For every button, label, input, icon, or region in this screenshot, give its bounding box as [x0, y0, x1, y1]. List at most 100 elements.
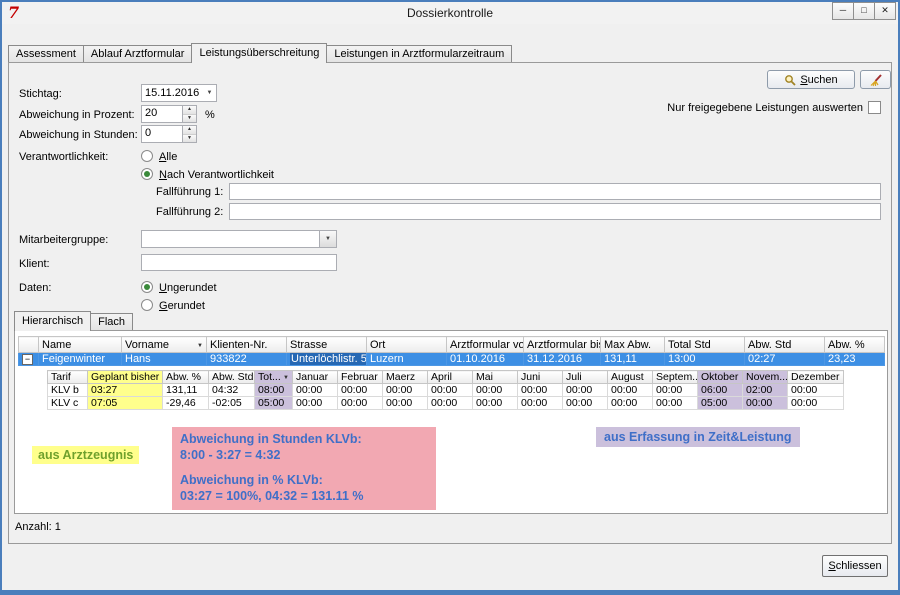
- cell-ort[interactable]: Luzern: [367, 353, 447, 366]
- col-oktober[interactable]: Oktober: [698, 371, 743, 384]
- col-ort[interactable]: Ort: [367, 337, 447, 353]
- cell-abw-std[interactable]: -02:05: [209, 397, 255, 410]
- cell-tarif[interactable]: KLV b: [48, 384, 88, 397]
- col-abw-std[interactable]: Abw. Std: [209, 371, 255, 384]
- cell-monat[interactable]: 00:00: [563, 397, 608, 410]
- cell-abw-std[interactable]: 04:32: [209, 384, 255, 397]
- radio-nach-verantwortlichkeit[interactable]: [141, 168, 153, 180]
- col-abw-prozent[interactable]: Abw. %: [163, 371, 209, 384]
- suchen-button[interactable]: Suchen: [767, 70, 855, 89]
- col-max-abw[interactable]: Max Abw.: [601, 337, 665, 353]
- cell-klienten-nr[interactable]: 933822: [207, 353, 287, 366]
- detail-row-klvc[interactable]: KLV c 07:05 -29,46 -02:05 05:00 00:00 00…: [48, 397, 844, 410]
- radio-gerundet[interactable]: [141, 299, 153, 311]
- col-tarif[interactable]: Tarif: [48, 371, 88, 384]
- titlebar[interactable]: 7 Dossierkontrolle ─ □ ✕: [2, 2, 898, 24]
- klient-input[interactable]: [141, 254, 337, 271]
- cell-monat[interactable]: 00:00: [473, 384, 518, 397]
- cell-geplant-bisher[interactable]: 03:27: [88, 384, 163, 397]
- cell-total[interactable]: 08:00: [255, 384, 293, 397]
- abweichung-stunden-stepper[interactable]: 0 ▲ ▼: [141, 125, 197, 143]
- spin-up-icon[interactable]: ▲: [183, 126, 196, 135]
- radio-ungerundet[interactable]: [141, 281, 153, 293]
- radio-alle-label[interactable]: Alle: [159, 151, 177, 163]
- col-april[interactable]: April: [428, 371, 473, 384]
- chevron-down-icon[interactable]: ▼: [319, 231, 336, 247]
- col-februar[interactable]: Februar: [338, 371, 383, 384]
- col-klienten-nr[interactable]: Klienten-Nr.: [207, 337, 287, 353]
- cell-monat[interactable]: 00:00: [428, 397, 473, 410]
- cell-abw-prozent[interactable]: 23,23: [825, 353, 885, 366]
- cell-strasse[interactable]: Unterlöchlistr. 5: [287, 353, 367, 366]
- cell-monat[interactable]: 00:00: [383, 397, 428, 410]
- maximize-button[interactable]: □: [853, 2, 875, 20]
- detail-row-klvb[interactable]: KLV b 03:27 131,11 04:32 08:00 00:00 00:…: [48, 384, 844, 397]
- cell-vorname[interactable]: Hans: [122, 353, 207, 366]
- col-arztformular-bis[interactable]: Arztformular bis: [524, 337, 601, 353]
- abweichung-prozent-stepper[interactable]: 20 ▲ ▼: [141, 105, 197, 123]
- col-total-std[interactable]: Total Std: [665, 337, 745, 353]
- tab-hierarchisch[interactable]: Hierarchisch: [14, 311, 91, 331]
- tab-flach[interactable]: Flach: [90, 313, 133, 330]
- cell-monat[interactable]: 00:00: [788, 384, 844, 397]
- cell-total-std[interactable]: 13:00: [665, 353, 745, 366]
- col-abw-std[interactable]: Abw. Std: [745, 337, 825, 353]
- cell-abw-std[interactable]: 02:27: [745, 353, 825, 366]
- col-total[interactable]: ▼Tot...: [255, 371, 293, 384]
- cell-tarif[interactable]: KLV c: [48, 397, 88, 410]
- cell-november[interactable]: 02:00: [743, 384, 788, 397]
- cell-monat[interactable]: 00:00: [788, 397, 844, 410]
- cell-monat[interactable]: 00:00: [293, 397, 338, 410]
- col-geplant-bisher[interactable]: Geplant bisher: [88, 371, 163, 384]
- cell-monat[interactable]: 00:00: [653, 384, 698, 397]
- cell-monat[interactable]: 00:00: [293, 384, 338, 397]
- col-mai[interactable]: Mai: [473, 371, 518, 384]
- col-abw-prozent[interactable]: Abw. %: [825, 337, 885, 353]
- cell-monat[interactable]: 00:00: [518, 384, 563, 397]
- radio-gerundet-label[interactable]: Gerundet: [159, 300, 205, 312]
- col-vorname[interactable]: ▼Vorname: [122, 337, 207, 353]
- col-juni[interactable]: Juni: [518, 371, 563, 384]
- schliessen-button[interactable]: Schliessen: [822, 555, 888, 577]
- col-dezember[interactable]: Dezember: [788, 371, 844, 384]
- cell-total[interactable]: 05:00: [255, 397, 293, 410]
- spin-down-icon[interactable]: ▼: [183, 135, 196, 143]
- col-november[interactable]: Novem...: [743, 371, 788, 384]
- cell-name[interactable]: Feigenwinter: [39, 353, 122, 366]
- reset-filter-button[interactable]: [860, 70, 891, 89]
- tab-leistungen-arztformularzeitraum[interactable]: Leistungen in Arztformularzeitraum: [326, 45, 512, 62]
- cell-monat[interactable]: 00:00: [608, 397, 653, 410]
- radio-alle[interactable]: [141, 150, 153, 162]
- radio-ungerundet-label[interactable]: Ungerundet: [159, 282, 217, 294]
- cell-november[interactable]: 00:00: [743, 397, 788, 410]
- col-juli[interactable]: Juli: [563, 371, 608, 384]
- col-august[interactable]: August: [608, 371, 653, 384]
- tab-assessment[interactable]: Assessment: [8, 45, 84, 62]
- cell-monat[interactable]: 00:00: [653, 397, 698, 410]
- close-button[interactable]: ✕: [874, 2, 896, 20]
- spin-up-icon[interactable]: ▲: [183, 106, 196, 115]
- stichtag-datepicker[interactable]: 15.11.2016 ▼: [141, 84, 217, 102]
- row-expander-cell[interactable]: −: [19, 353, 39, 366]
- cell-arztformular-bis[interactable]: 31.12.2016: [524, 353, 601, 366]
- cell-arztformular-von[interactable]: 01.10.2016: [447, 353, 524, 366]
- col-maerz[interactable]: Maerz: [383, 371, 428, 384]
- minimize-button[interactable]: ─: [832, 2, 854, 20]
- fallfuehrung1-input[interactable]: [229, 183, 881, 200]
- tab-leistungsueberschreitung[interactable]: Leistungsüberschreitung: [191, 43, 327, 63]
- filter-checkbox[interactable]: [868, 101, 881, 114]
- spin-down-icon[interactable]: ▼: [183, 115, 196, 123]
- cell-monat[interactable]: 00:00: [338, 384, 383, 397]
- cell-monat[interactable]: 00:00: [428, 384, 473, 397]
- fallfuehrung2-input[interactable]: [229, 203, 881, 220]
- cell-oktober[interactable]: 06:00: [698, 384, 743, 397]
- cell-monat[interactable]: 00:00: [473, 397, 518, 410]
- chevron-down-icon[interactable]: ▼: [203, 90, 216, 96]
- result-row[interactable]: − Feigenwinter Hans 933822 Unterlöchlist…: [19, 353, 885, 366]
- cell-monat[interactable]: 00:00: [518, 397, 563, 410]
- tab-ablauf-arztformular[interactable]: Ablauf Arztformular: [83, 45, 193, 62]
- col-name[interactable]: Name: [39, 337, 122, 353]
- collapse-icon[interactable]: −: [22, 354, 33, 365]
- col-strasse[interactable]: Strasse: [287, 337, 367, 353]
- mitarbeitergruppe-select[interactable]: ▼: [141, 230, 337, 248]
